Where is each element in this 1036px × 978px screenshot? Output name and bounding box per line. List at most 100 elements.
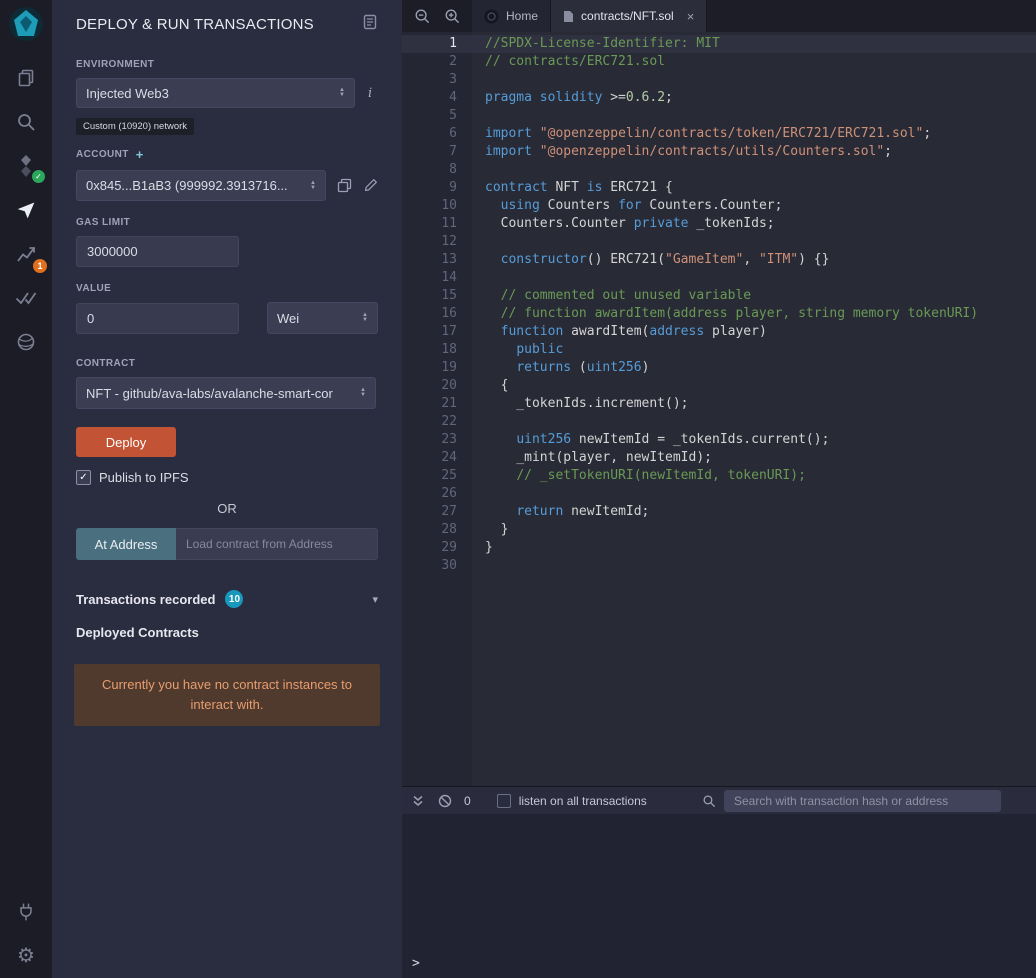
environment-info-icon[interactable]: i bbox=[368, 86, 372, 101]
line-number[interactable]: 27 bbox=[402, 503, 472, 521]
line-text[interactable]: pragma solidity >=0.6.2; bbox=[472, 89, 673, 107]
line-number[interactable]: 28 bbox=[402, 521, 472, 539]
close-tab-icon[interactable]: × bbox=[687, 9, 695, 24]
line-number[interactable]: 30 bbox=[402, 557, 472, 575]
line-number[interactable]: 20 bbox=[402, 377, 472, 395]
line-text[interactable]: // commented out unused variable bbox=[472, 287, 751, 305]
terminal-search-icon[interactable] bbox=[702, 794, 716, 808]
line-number[interactable]: 8 bbox=[402, 161, 472, 179]
code-line-21[interactable]: 21 _tokenIds.increment(); bbox=[402, 395, 1036, 413]
edit-account-icon[interactable] bbox=[363, 178, 378, 193]
line-number[interactable]: 16 bbox=[402, 305, 472, 323]
account-select[interactable]: 0x845...B1aB3 (999992.3913716... ▲ ▼ bbox=[76, 170, 326, 201]
line-text[interactable] bbox=[472, 233, 485, 251]
collapse-terminal-icon[interactable] bbox=[412, 794, 424, 808]
line-text[interactable]: // _setTokenURI(newItemId, tokenURI); bbox=[472, 467, 806, 485]
terminal-output[interactable]: > bbox=[402, 814, 1036, 978]
gas-limit-input[interactable] bbox=[76, 236, 239, 267]
line-number[interactable]: 12 bbox=[402, 233, 472, 251]
deploy-run-icon[interactable] bbox=[0, 188, 52, 232]
line-text[interactable]: return newItemId; bbox=[472, 503, 649, 521]
line-number[interactable]: 14 bbox=[402, 269, 472, 287]
zoom-out-icon[interactable] bbox=[414, 8, 430, 24]
code-line-22[interactable]: 22 bbox=[402, 413, 1036, 431]
code-line-1[interactable]: 1//SPDX-License-Identifier: MIT bbox=[402, 35, 1036, 53]
copy-account-icon[interactable] bbox=[337, 178, 352, 193]
line-text[interactable]: _mint(player, newItemId); bbox=[472, 449, 712, 467]
line-text[interactable]: //SPDX-License-Identifier: MIT bbox=[472, 35, 720, 53]
code-line-4[interactable]: 4 pragma solidity >=0.6.2; bbox=[402, 89, 1036, 107]
line-number[interactable]: 26 bbox=[402, 485, 472, 503]
line-number[interactable]: 17 bbox=[402, 323, 472, 341]
code-editor[interactable]: 1//SPDX-License-Identifier: MIT 2// contr… bbox=[402, 32, 1036, 786]
code-line-10[interactable]: 10 using Counters for Counters.Counter; bbox=[402, 197, 1036, 215]
code-line-14[interactable]: 14 bbox=[402, 269, 1036, 287]
code-line-6[interactable]: 6 import "@openzeppelin/contracts/token/E… bbox=[402, 125, 1036, 143]
code-line-11[interactable]: 11 Counters.Counter private _tokenIds; bbox=[402, 215, 1036, 233]
line-number[interactable]: 23 bbox=[402, 431, 472, 449]
line-number[interactable]: 11 bbox=[402, 215, 472, 233]
code-line-9[interactable]: 9 contract NFT is ERC721 { bbox=[402, 179, 1036, 197]
code-line-15[interactable]: 15 // commented out unused variable bbox=[402, 287, 1036, 305]
value-input[interactable] bbox=[76, 302, 239, 334]
code-line-26[interactable]: 26 bbox=[402, 485, 1036, 503]
line-number[interactable]: 25 bbox=[402, 467, 472, 485]
contract-select[interactable]: NFT - github/ava-labs/avalanche-smart-co… bbox=[76, 377, 376, 409]
line-text[interactable]: import "@openzeppelin/contracts/utils/Co… bbox=[472, 143, 892, 161]
plugin-manager-icon[interactable] bbox=[0, 890, 52, 934]
code-line-17[interactable]: 17 function awardItem(address player) bbox=[402, 323, 1036, 341]
add-account-icon[interactable]: + bbox=[136, 147, 144, 162]
line-text[interactable] bbox=[472, 161, 485, 179]
line-text[interactable]: // contracts/ERC721.sol bbox=[472, 53, 665, 71]
line-text[interactable] bbox=[472, 71, 485, 89]
line-number[interactable]: 2 bbox=[402, 53, 472, 71]
line-number[interactable]: 6 bbox=[402, 125, 472, 143]
terminal-search-input[interactable] bbox=[724, 789, 1001, 812]
line-text[interactable] bbox=[472, 485, 485, 503]
line-number[interactable]: 13 bbox=[402, 251, 472, 269]
line-text[interactable]: public bbox=[472, 341, 563, 359]
deploy-button[interactable]: Deploy bbox=[76, 427, 176, 457]
line-text[interactable]: function awardItem(address player) bbox=[472, 323, 767, 341]
line-text[interactable]: // function awardItem(address player, st… bbox=[472, 305, 978, 323]
documentation-icon[interactable] bbox=[362, 14, 378, 35]
code-line-25[interactable]: 25 // _setTokenURI(newItemId, tokenURI); bbox=[402, 467, 1036, 485]
line-text[interactable]: contract NFT is ERC721 { bbox=[472, 179, 673, 197]
search-icon[interactable] bbox=[0, 100, 52, 144]
line-text[interactable]: } bbox=[472, 539, 493, 557]
line-number[interactable]: 5 bbox=[402, 107, 472, 125]
line-text[interactable] bbox=[472, 557, 485, 575]
code-line-20[interactable]: 20 { bbox=[402, 377, 1036, 395]
line-text[interactable] bbox=[472, 269, 485, 287]
zoom-in-icon[interactable] bbox=[444, 8, 460, 24]
line-text[interactable]: } bbox=[472, 521, 509, 539]
code-line-5[interactable]: 5 bbox=[402, 107, 1036, 125]
analytics-icon[interactable]: 1 bbox=[0, 232, 52, 276]
code-line-30[interactable]: 30 bbox=[402, 557, 1036, 575]
remix-logo[interactable] bbox=[0, 0, 52, 47]
line-text[interactable]: { bbox=[472, 377, 509, 395]
debugger-icon[interactable] bbox=[0, 320, 52, 364]
line-number[interactable]: 29 bbox=[402, 539, 472, 557]
line-number[interactable]: 10 bbox=[402, 197, 472, 215]
line-text[interactable]: _tokenIds.increment(); bbox=[472, 395, 688, 413]
code-line-8[interactable]: 8 bbox=[402, 161, 1036, 179]
at-address-input[interactable] bbox=[176, 528, 378, 560]
line-number[interactable]: 22 bbox=[402, 413, 472, 431]
line-number[interactable]: 21 bbox=[402, 395, 472, 413]
unit-testing-icon[interactable] bbox=[0, 276, 52, 320]
clear-console-icon[interactable] bbox=[438, 794, 452, 808]
line-text[interactable] bbox=[472, 413, 485, 431]
code-line-19[interactable]: 19 returns (uint256) bbox=[402, 359, 1036, 377]
file-explorer-icon[interactable] bbox=[0, 56, 52, 100]
code-line-12[interactable]: 12 bbox=[402, 233, 1036, 251]
code-line-29[interactable]: 29} bbox=[402, 539, 1036, 557]
tab-home[interactable]: Home bbox=[472, 0, 552, 32]
line-text[interactable]: using Counters for Counters.Counter; bbox=[472, 197, 783, 215]
line-number[interactable]: 1 bbox=[402, 35, 472, 53]
environment-select[interactable]: Injected Web3 ▲ ▼ bbox=[76, 78, 355, 108]
code-line-23[interactable]: 23 uint256 newItemId = _tokenIds.current… bbox=[402, 431, 1036, 449]
solidity-compiler-icon[interactable]: ✓ bbox=[0, 144, 52, 188]
code-line-3[interactable]: 3 bbox=[402, 71, 1036, 89]
tab-nft-sol[interactable]: contracts/NFT.sol × bbox=[551, 0, 708, 32]
